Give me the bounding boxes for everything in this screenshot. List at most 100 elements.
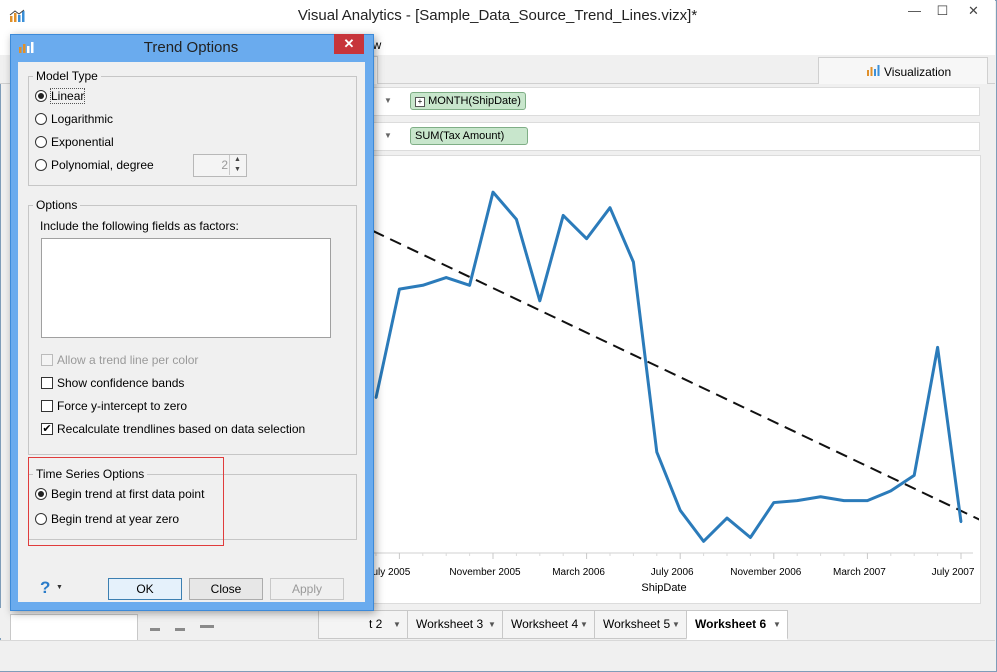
rows-pill-label: SUM(Tax Amount)	[415, 130, 505, 142]
window-title: Visual Analytics - [Sample_Data_Source_T…	[297, 7, 698, 24]
ok-button[interactable]: OK	[108, 578, 182, 600]
x-axis-label: ShipDate	[641, 582, 686, 594]
checkbox-confidence-bands[interactable]	[41, 377, 53, 389]
sheet-tab-dropdown-icon[interactable]: ▼	[393, 620, 401, 629]
checkbox-force-intercept-label[interactable]: Force y-intercept to zero	[57, 399, 187, 413]
sheet-tab-label: Worksheet 6	[695, 617, 767, 631]
factors-list[interactable]	[41, 238, 331, 338]
data-point	[749, 536, 752, 539]
x-tick-label: November 2005	[449, 567, 521, 578]
chart-plot-area	[373, 190, 979, 543]
x-tick-label: July 2007	[932, 567, 975, 578]
radio-linear[interactable]	[35, 90, 47, 102]
radio-logarithmic-label[interactable]: Logarithmic	[51, 112, 113, 126]
data-point	[819, 495, 822, 498]
model-type-title: Model Type	[33, 69, 101, 83]
highlight-box	[28, 457, 224, 546]
checkbox-confidence-bands-label[interactable]: Show confidence bands	[57, 376, 184, 390]
checkbox-recalculate[interactable]: ✔	[41, 423, 53, 435]
data-point	[445, 276, 448, 279]
close-button[interactable]: Close	[189, 578, 263, 600]
data-point	[936, 346, 939, 349]
checkbox-trend-per-color[interactable]	[41, 354, 53, 366]
maximize-button[interactable]: ☐	[929, 1, 956, 22]
data-point	[725, 516, 729, 520]
rows-shelf-dropdown-icon[interactable]: ▼	[384, 131, 392, 140]
radio-polynomial[interactable]	[35, 159, 47, 171]
visualization-tab-label: Visualization	[884, 65, 952, 79]
dialog-title: Trend Options	[143, 39, 239, 56]
sheet-tab[interactable]: Worksheet 4 ▼	[502, 610, 595, 639]
data-point	[842, 499, 846, 502]
radio-linear-label[interactable]: Linear	[49, 88, 86, 104]
data-point	[585, 237, 588, 240]
expand-icon[interactable]: +	[415, 97, 425, 107]
data-point	[538, 299, 541, 302]
sheet-tab[interactable]: Worksheet 3 ▼	[407, 610, 503, 639]
data-point	[468, 284, 471, 287]
data-point	[889, 489, 892, 493]
x-tick-label: July 2006	[651, 567, 694, 578]
radio-logarithmic[interactable]	[35, 113, 47, 125]
data-point	[959, 520, 963, 524]
minimize-button[interactable]: —	[901, 1, 928, 22]
trend-line	[373, 230, 979, 521]
checkbox-recalculate-label[interactable]: Recalculate trendlines based on data sel…	[57, 422, 305, 436]
sheet-tab-dropdown-icon[interactable]: ▼	[580, 620, 588, 629]
columns-shelf-dropdown-icon[interactable]: ▼	[384, 96, 392, 105]
help-dropdown-icon[interactable]: ▼	[56, 584, 63, 591]
data-point	[679, 509, 682, 512]
line-chart[interactable]: uly 2005 November 2005 March 2006 July 2006…	[373, 155, 979, 602]
visualization-icon	[867, 65, 880, 76]
data-pane-box[interactable]	[10, 614, 138, 642]
checkbox-trend-per-color-label[interactable]: Allow a trend line per color	[57, 353, 198, 367]
close-window-button[interactable]: ✕	[960, 1, 987, 22]
data-point	[421, 284, 424, 287]
sheet-view-icons[interactable]	[150, 622, 216, 632]
series-line	[374, 190, 963, 543]
data-point	[515, 218, 518, 221]
radio-exponential-label[interactable]: Exponential	[51, 135, 114, 149]
x-tick-label: uly 2005	[373, 567, 411, 578]
sheet-tab-dropdown-icon[interactable]: ▼	[773, 620, 781, 629]
sheet-tab[interactable]: t 2 ▼	[318, 610, 408, 639]
sheet-tab[interactable]: Worksheet 5 ▼	[594, 610, 687, 639]
rows-pill[interactable]: SUM(Tax Amount)	[410, 127, 528, 145]
stepper-up-icon[interactable]: ▲	[229, 155, 245, 165]
dialog-close-button[interactable]: ✕	[334, 34, 364, 54]
columns-pill-label: MONTH(ShipDate)	[428, 95, 521, 107]
apply-button[interactable]: Apply	[270, 578, 344, 600]
data-point	[913, 474, 916, 477]
polynomial-degree-value: 2	[221, 158, 228, 172]
sheet-tab[interactable]: Worksheet 6 ▼	[686, 610, 788, 640]
data-point	[632, 260, 635, 264]
checkbox-force-intercept[interactable]	[41, 400, 53, 412]
data-point	[562, 214, 565, 217]
data-point	[655, 450, 658, 454]
radio-exponential[interactable]	[35, 136, 47, 148]
options-title: Options	[33, 198, 81, 212]
data-point	[772, 501, 775, 504]
data-point	[374, 396, 378, 399]
help-icon[interactable]: ?	[40, 578, 50, 598]
sheet-tab-dropdown-icon[interactable]: ▼	[672, 620, 680, 629]
data-point	[796, 499, 799, 502]
sheet-tab-label: t 2	[369, 617, 383, 631]
x-tick-label: November 2006	[730, 567, 802, 578]
sheet-tab-dropdown-icon[interactable]: ▼	[488, 620, 496, 629]
x-tick-labels: uly 2005 November 2005 March 2006 July 2006…	[373, 567, 975, 578]
sheet-tab-label: Worksheet 4	[511, 617, 579, 631]
radio-polynomial-label[interactable]: Polynomial, degree	[51, 158, 154, 172]
data-point	[398, 287, 401, 291]
x-axis	[373, 552, 973, 559]
data-point	[608, 206, 612, 209]
columns-pill[interactable]: + MONTH(ShipDate)	[410, 92, 526, 110]
checkmark-icon: ✔	[42, 423, 52, 435]
x-tick-label: March 2006	[552, 567, 605, 578]
stepper-down-icon[interactable]: ▼	[229, 165, 245, 175]
data-point	[491, 190, 495, 194]
sheet-tab-label: Worksheet 3	[416, 617, 484, 631]
data-point	[702, 540, 705, 543]
data-point	[866, 499, 869, 502]
x-tick-label: March 2007	[833, 567, 886, 578]
